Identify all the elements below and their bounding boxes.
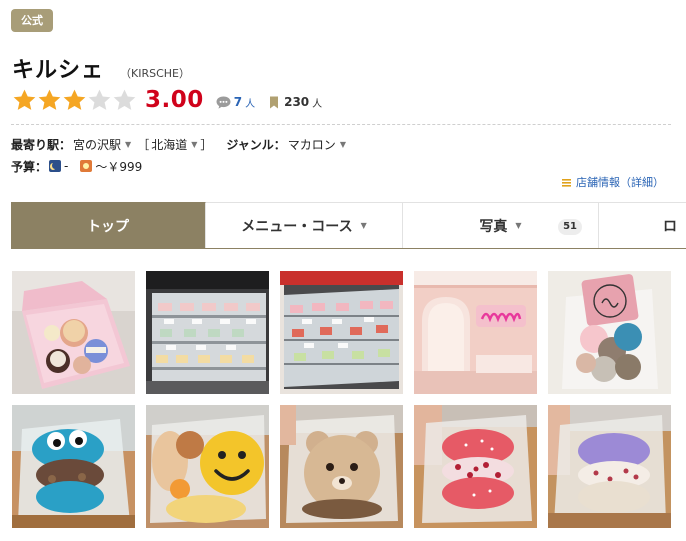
region-bracket-open: ［ <box>137 137 150 152</box>
info-row-location: 最寄り駅： 宮の沢駅 ▼ ［ 北海道 ▼ ］ ジャンル： マカロン ▼ <box>11 135 346 153</box>
region-link[interactable]: 北海道 <box>151 136 187 153</box>
tab-top[interactable]: トップ <box>11 202 206 248</box>
rating-row: 3.00 7 人 230 人 <box>12 86 322 114</box>
photo-image <box>548 405 671 528</box>
photo-image <box>146 271 269 394</box>
genre-label: ジャンル： <box>226 137 286 152</box>
photo-image <box>12 271 135 394</box>
budget-night-value: - <box>64 159 69 173</box>
tab-more[interactable]: ロ <box>599 202 686 248</box>
photo-count-badge: 51 <box>558 219 582 235</box>
genre-link[interactable]: マカロン <box>288 136 336 153</box>
review-unit: 人 <box>245 98 256 110</box>
chevron-down-icon: ▼ <box>515 221 522 230</box>
info-row-budget: 予算： - ～￥999 <box>11 157 142 175</box>
chevron-down-icon: ▼ <box>360 221 367 230</box>
rating-stars <box>12 88 137 113</box>
photo-image <box>414 271 537 394</box>
star-filled-icon <box>38 89 61 110</box>
store-title: キルシェ （KIRSCHE） <box>12 52 191 83</box>
photo-red-berry-macaron[interactable] <box>414 405 537 528</box>
tab-photos[interactable]: 写真 ▼ 51 <box>403 202 599 248</box>
photo-image <box>280 271 403 394</box>
tab-top-label: トップ <box>87 218 129 235</box>
star-empty-icon <box>113 89 136 110</box>
genre-dropdown-icon[interactable]: ▼ <box>340 140 346 149</box>
star-filled-icon <box>63 89 86 110</box>
station-link[interactable]: 宮の沢駅 <box>73 136 121 153</box>
speech-bubble-icon <box>216 96 231 109</box>
reviews-link[interactable]: 7 人 <box>216 95 255 110</box>
review-count: 7 <box>233 95 243 109</box>
moon-icon <box>49 160 62 172</box>
divider <box>11 124 671 125</box>
photo-display-case-shelves-2[interactable] <box>280 271 403 394</box>
photo-pink-storefront-neon[interactable] <box>414 271 537 394</box>
budget-label: 予算： <box>11 159 48 174</box>
photo-display-case-shelves[interactable] <box>146 271 269 394</box>
store-name: キルシェ <box>12 58 105 83</box>
photo-purple-macaron[interactable] <box>548 405 671 528</box>
photo-kirsche-bag-macarons[interactable] <box>548 271 671 394</box>
tab-menu-course[interactable]: メニュー・コース ▼ <box>206 202 403 248</box>
star-filled-icon <box>13 89 36 110</box>
photo-bear-face-macaron[interactable] <box>280 405 403 528</box>
bookmark-icon <box>270 96 279 108</box>
budget-day-value: ～￥999 <box>95 159 143 174</box>
region-bracket-close: ］ <box>200 137 213 152</box>
tab-photos-label: 写真 <box>479 218 508 235</box>
shop-info-link-label: 店舗情報（詳細） <box>576 176 664 189</box>
photo-image <box>146 405 269 528</box>
photo-image <box>548 271 671 394</box>
photo-pink-gift-box-macarons[interactable] <box>12 271 135 394</box>
menu-lines-icon <box>562 178 571 187</box>
bookmark-count: 230 <box>284 95 310 109</box>
photo-image <box>12 405 135 528</box>
rating-score: 3.00 <box>145 87 204 113</box>
star-empty-icon <box>88 89 111 110</box>
store-reading: （KIRSCHE） <box>120 67 191 80</box>
tab-menu-course-label: メニュー・コース <box>241 218 353 235</box>
region-dropdown-icon[interactable]: ▼ <box>191 140 197 149</box>
station-label: 最寄り駅： <box>11 137 72 152</box>
sun-icon <box>80 160 93 172</box>
photo-image <box>280 405 403 528</box>
tab-more-label: ロ <box>663 218 677 235</box>
official-badge: 公式 <box>11 9 53 32</box>
photo-blue-character-macaron[interactable] <box>12 405 135 528</box>
shop-info-link[interactable]: 店舗情報（詳細） <box>562 174 664 190</box>
photo-image <box>414 405 537 528</box>
bookmark-unit: 人 <box>312 98 323 110</box>
station-dropdown-icon[interactable]: ▼ <box>125 140 131 149</box>
bookmark-link[interactable]: 230 人 <box>269 95 322 110</box>
page-tabs: トップ メニュー・コース ▼ 写真 ▼ 51 ロ <box>11 202 686 249</box>
photo-smiley-face-macaron[interactable] <box>146 405 269 528</box>
